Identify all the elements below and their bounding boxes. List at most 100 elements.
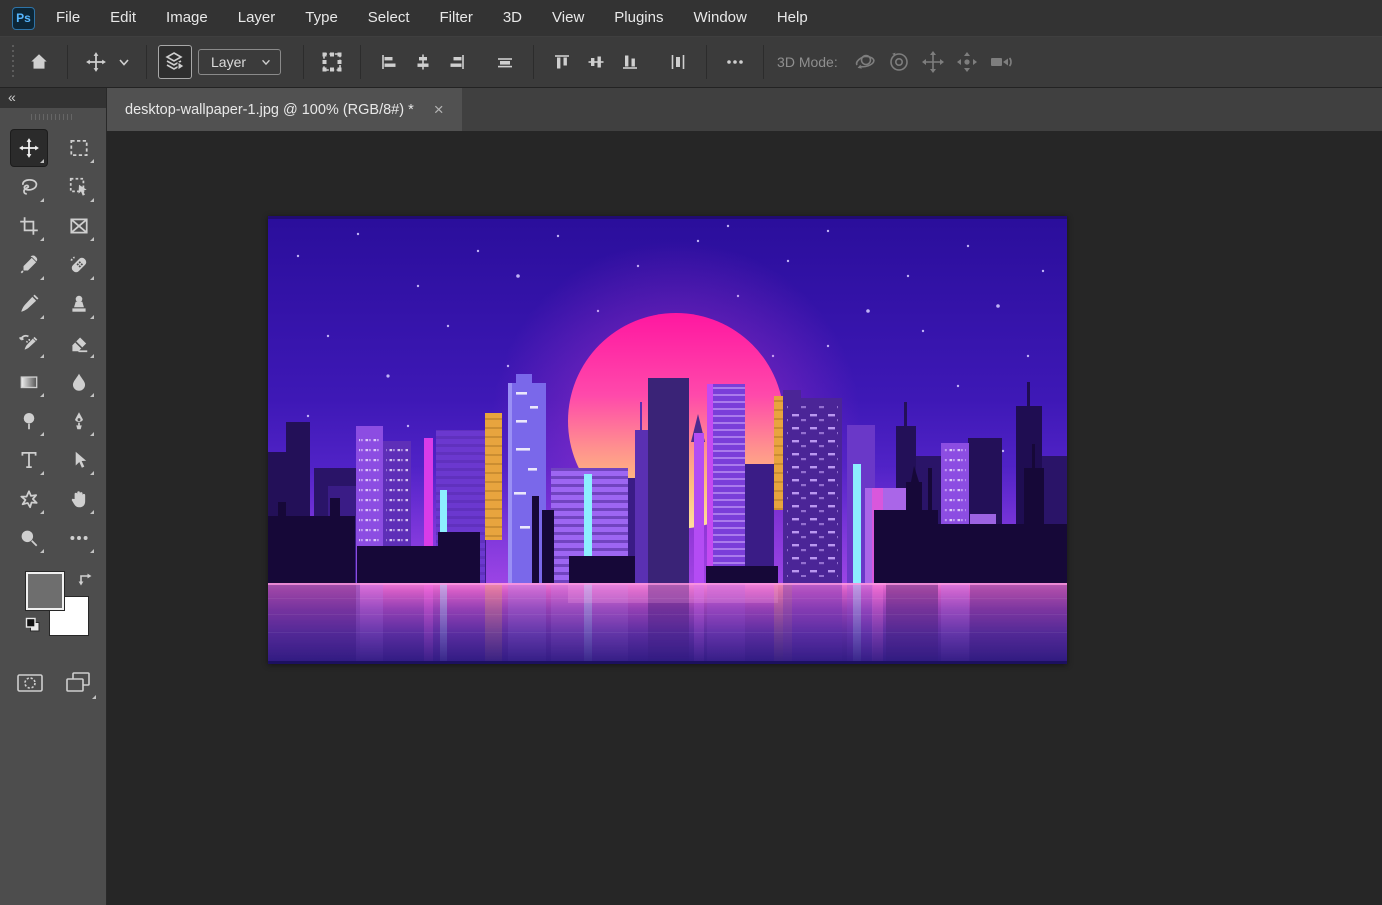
tool-pen[interactable]	[61, 403, 97, 439]
type-icon	[18, 449, 40, 471]
tool-zoom[interactable]	[11, 520, 47, 556]
separator	[146, 45, 147, 79]
auto-select-toggle[interactable]	[158, 45, 192, 79]
3d-camera-button	[984, 45, 1018, 79]
tool-history-brush[interactable]	[11, 325, 47, 361]
menu-type[interactable]: Type	[290, 0, 353, 36]
options-bar-grip[interactable]	[10, 45, 16, 79]
screen-mode-icon	[63, 670, 93, 696]
separator	[706, 45, 707, 79]
history-brush-icon	[18, 332, 40, 354]
tool-crop[interactable]	[11, 208, 47, 244]
tool-spot-healing-brush[interactable]	[61, 247, 97, 283]
menu-image[interactable]: Image	[151, 0, 223, 36]
home-button[interactable]	[22, 45, 56, 79]
separator	[533, 45, 534, 79]
menu-file[interactable]: File	[41, 0, 95, 36]
align-middle-button[interactable]	[579, 45, 613, 79]
collapse-panel-button[interactable]: «	[0, 88, 106, 108]
align-vertical-centers-icon	[495, 52, 515, 72]
close-tab-button[interactable]: ×	[430, 99, 448, 120]
home-icon	[28, 51, 50, 73]
move-tool-icon	[18, 137, 40, 159]
chevron-down-icon	[260, 56, 272, 68]
orbit-3d-icon	[852, 49, 878, 75]
canvas-area[interactable]	[107, 131, 1382, 905]
tool-dodge[interactable]	[11, 403, 47, 439]
align-vertical-centers-button[interactable]	[488, 45, 522, 79]
align-left-edges-button[interactable]	[372, 45, 406, 79]
menu-filter[interactable]: Filter	[425, 0, 488, 36]
tool-hand[interactable]	[61, 481, 97, 517]
auto-select-layers-icon	[163, 50, 187, 74]
align-horizontal-centers-icon	[413, 52, 433, 72]
screen-mode-button[interactable]	[62, 670, 94, 696]
camera-3d-icon	[988, 49, 1014, 75]
distribute-horizontal-button[interactable]	[661, 45, 695, 79]
tool-object-selection[interactable]	[61, 169, 97, 205]
tool-move[interactable]	[11, 130, 47, 166]
align-left-edges-icon	[379, 52, 399, 72]
collapse-chevrons-icon: «	[8, 89, 17, 105]
menu-layer[interactable]: Layer	[223, 0, 291, 36]
auto-select-target-dropdown[interactable]: Layer	[198, 49, 281, 75]
menu-edit[interactable]: Edit	[95, 0, 151, 36]
menu-3d[interactable]: 3D	[488, 0, 537, 36]
quick-mask-icon	[16, 671, 44, 695]
align-bottom-edges-icon	[620, 52, 640, 72]
menu-help[interactable]: Help	[762, 0, 823, 36]
swap-colors-button[interactable]	[76, 570, 94, 593]
path-selection-icon	[68, 449, 90, 471]
current-tool-button[interactable]	[79, 45, 113, 79]
tool-gradient[interactable]	[11, 364, 47, 400]
menu-plugins[interactable]: Plugins	[599, 0, 678, 36]
tool-preset-chevron[interactable]	[113, 45, 135, 79]
tool-path-selection[interactable]	[61, 442, 97, 478]
tool-custom-shape[interactable]	[11, 481, 47, 517]
tool-type[interactable]	[11, 442, 47, 478]
more-align-options-button[interactable]	[718, 45, 752, 79]
tool-edit-toolbar[interactable]	[61, 520, 97, 556]
panel-grip-icon[interactable]	[31, 114, 75, 120]
tool-clone-stamp[interactable]	[61, 286, 97, 322]
lasso-icon	[18, 176, 40, 198]
document-tab[interactable]: desktop-wallpaper-1.jpg @ 100% (RGB/8#) …	[107, 88, 462, 131]
separator	[360, 45, 361, 79]
foreground-color-swatch[interactable]	[26, 572, 64, 610]
tool-frame[interactable]	[61, 208, 97, 244]
menu-window[interactable]: Window	[678, 0, 761, 36]
tool-blur[interactable]	[61, 364, 97, 400]
align-top-edges-button[interactable]	[545, 45, 579, 79]
quick-mask-button[interactable]	[14, 670, 46, 696]
tools-panel: «	[0, 88, 107, 905]
edit-toolbar-icon	[68, 527, 90, 549]
align-right-edges-button[interactable]	[440, 45, 474, 79]
align-horizontal-centers-button[interactable]	[406, 45, 440, 79]
default-colors-button[interactable]	[24, 616, 42, 639]
menu-view[interactable]: View	[537, 0, 599, 36]
tool-eraser[interactable]	[61, 325, 97, 361]
tool-rectangular-marquee[interactable]	[61, 130, 97, 166]
menu-select[interactable]: Select	[353, 0, 425, 36]
dodge-icon	[18, 410, 40, 432]
show-transform-controls-toggle[interactable]	[315, 45, 349, 79]
align-bottom-edges-button[interactable]	[613, 45, 647, 79]
eraser-icon	[68, 332, 90, 354]
tool-eyedropper[interactable]	[11, 247, 47, 283]
document-tab-title: desktop-wallpaper-1.jpg @ 100% (RGB/8#) …	[125, 102, 414, 118]
auto-select-target-value: Layer	[211, 54, 246, 70]
roll-3d-icon	[886, 49, 912, 75]
document-tab-bar: desktop-wallpaper-1.jpg @ 100% (RGB/8#) …	[107, 88, 1382, 131]
more-options-icon	[724, 51, 746, 73]
tool-lasso[interactable]	[11, 169, 47, 205]
document-canvas[interactable]	[268, 216, 1067, 664]
chevron-down-icon	[117, 55, 131, 69]
tool-brush[interactable]	[11, 286, 47, 322]
slide-3d-icon	[954, 49, 980, 75]
separator	[763, 45, 764, 79]
tools-grid	[0, 126, 106, 556]
crop-icon	[18, 215, 40, 237]
3d-orbit-button	[848, 45, 882, 79]
options-bar: Layer	[0, 36, 1382, 88]
panel-bottom-tools	[0, 654, 106, 696]
